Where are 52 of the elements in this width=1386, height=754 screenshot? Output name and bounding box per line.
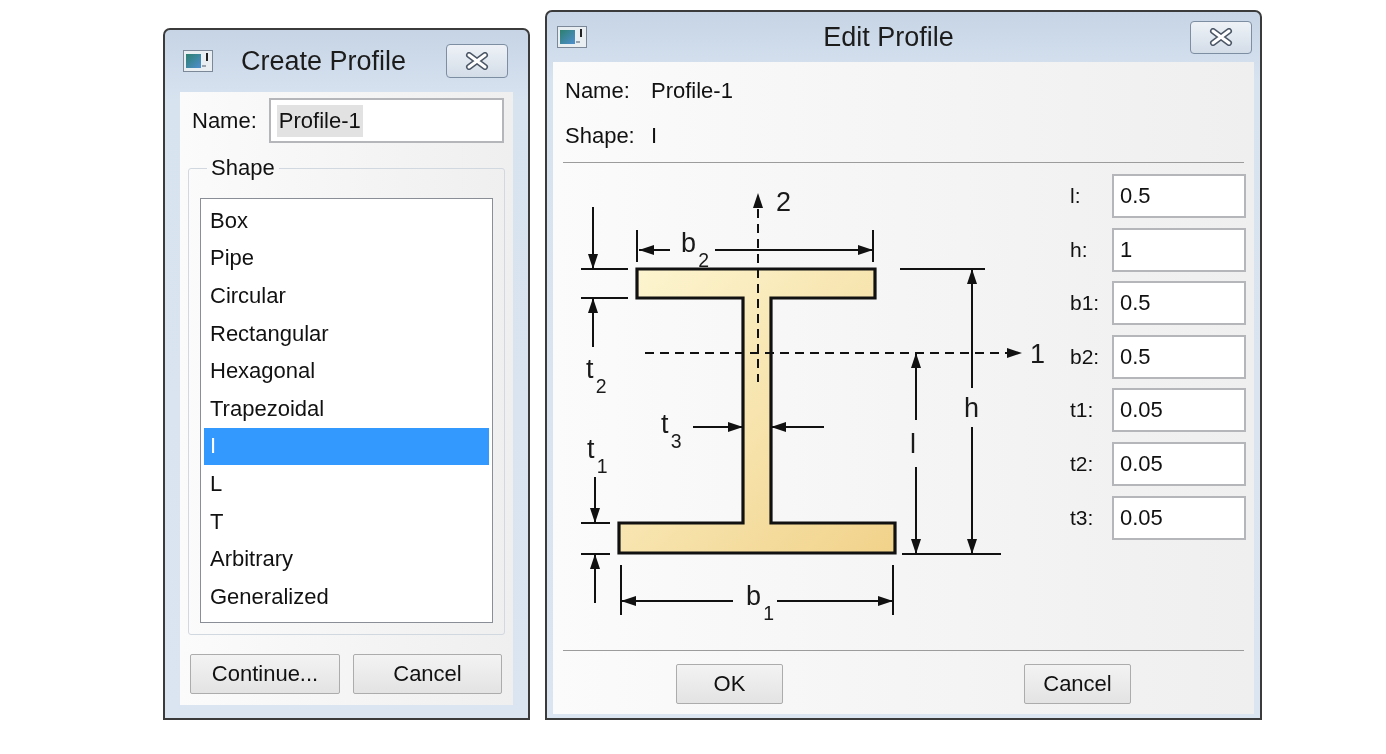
list-item[interactable]: Box xyxy=(204,202,489,240)
axis-label: 1 xyxy=(1030,341,1046,368)
list-item[interactable]: Circular xyxy=(204,277,489,315)
value-field[interactable]: 0.05 xyxy=(1112,441,1246,486)
list-item[interactable]: Rectangular xyxy=(204,314,489,353)
value-field[interactable]: 0.05 xyxy=(1112,495,1246,540)
dimension-label: t$_{2}$ xyxy=(586,356,608,399)
list-item[interactable]: Hexagonal xyxy=(204,352,489,390)
app-window-icon xyxy=(557,26,587,48)
group-title: Shape xyxy=(210,155,276,181)
info-value: I xyxy=(651,122,659,149)
list-item[interactable]: L xyxy=(204,465,489,503)
dialog-button[interactable]: Cancel xyxy=(1024,664,1131,704)
close-button[interactable] xyxy=(1190,20,1252,54)
value-field[interactable]: 0.05 xyxy=(1112,388,1246,433)
info-label: Name: xyxy=(565,77,631,104)
field-label: t3: xyxy=(1070,505,1095,530)
name-field[interactable]: Profile-1 xyxy=(268,98,504,143)
close-icon xyxy=(1209,28,1233,46)
dialog-button[interactable]: Continue... xyxy=(190,654,340,694)
field-label: b1: xyxy=(1070,291,1101,316)
dimension-label: t$_{3}$ xyxy=(661,411,683,454)
value-field[interactable]: 0.5 xyxy=(1112,174,1246,218)
field-label: h: xyxy=(1070,237,1089,262)
value-field[interactable]: 0.5 xyxy=(1112,281,1246,326)
field-label: t1: xyxy=(1070,398,1095,423)
close-button[interactable] xyxy=(446,44,508,78)
info-value: Profile-1 xyxy=(651,77,734,104)
list-item[interactable]: Trapezoidal xyxy=(204,389,489,428)
dimension-label: b$_{1}$ xyxy=(746,583,776,626)
list-item[interactable]: Generalized xyxy=(204,577,489,616)
app-window-icon xyxy=(183,50,213,72)
list-item[interactable]: T xyxy=(204,502,489,541)
field-label: t2: xyxy=(1070,451,1095,476)
dimension-label: b$_{2}$ xyxy=(681,230,711,273)
list-item[interactable]: Pipe xyxy=(204,239,489,278)
axis-label: 2 xyxy=(776,189,792,216)
list-item[interactable]: Arbitrary xyxy=(204,540,489,578)
dialog-title: Create Profile xyxy=(241,45,407,77)
value-field[interactable]: 0.5 xyxy=(1112,334,1246,379)
dimension-label: l xyxy=(910,431,916,458)
dimension-label: t$_{1}$ xyxy=(587,436,609,479)
close-icon xyxy=(465,52,489,70)
dialog-title: Edit Profile xyxy=(822,21,955,53)
value-field[interactable]: 1 xyxy=(1112,227,1246,272)
field-label: Name: xyxy=(192,107,257,134)
info-label: Shape: xyxy=(565,122,636,149)
dialog-button[interactable]: OK xyxy=(676,664,783,704)
dimension-label: h xyxy=(964,395,980,422)
field-label: l: xyxy=(1070,184,1082,208)
field-label: b2: xyxy=(1070,344,1101,369)
dialog-button[interactable]: Cancel xyxy=(353,654,502,694)
